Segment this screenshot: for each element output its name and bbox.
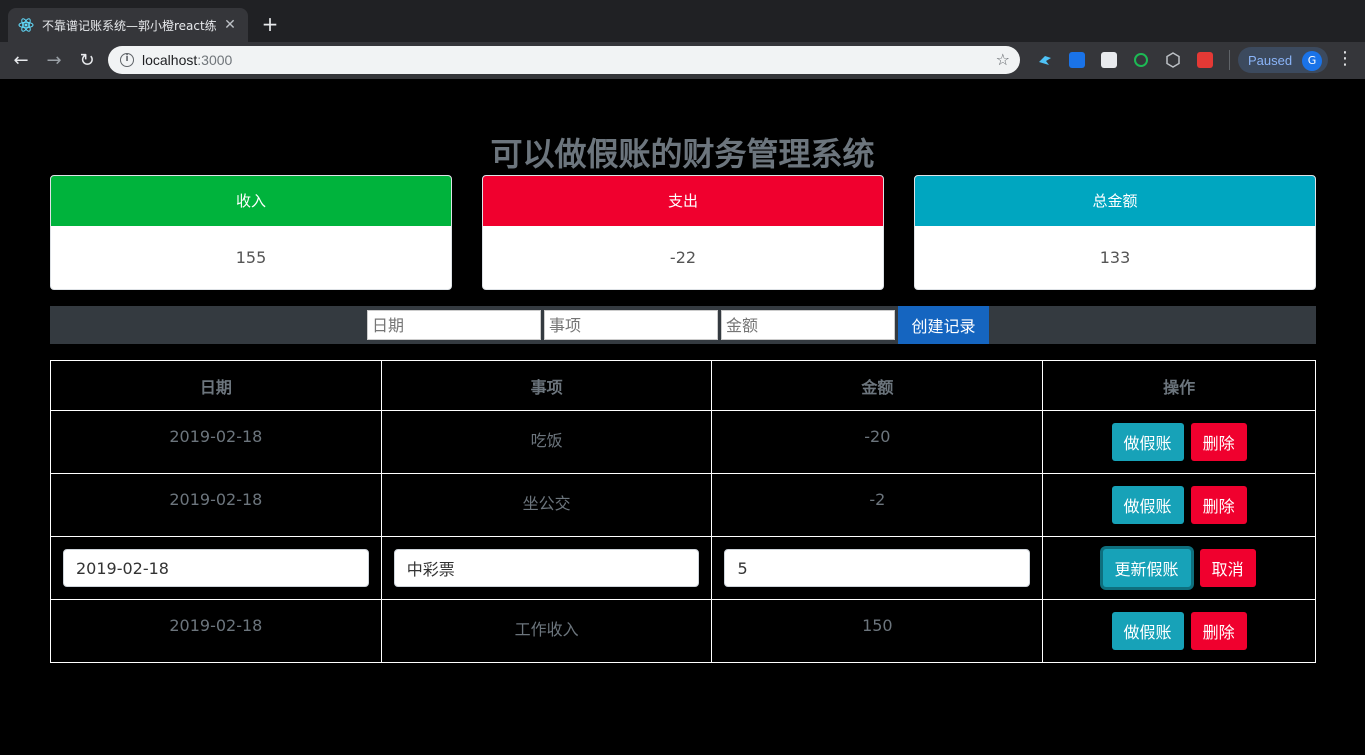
- react-icon: [18, 17, 34, 33]
- profile-status-text: Paused: [1248, 52, 1293, 68]
- mask-extension-icon[interactable]: [1101, 52, 1117, 68]
- row-date: 2019-02-18: [50, 410, 382, 474]
- total-card-header: 总金额: [915, 176, 1315, 226]
- page-title: 可以做假账的财务管理系统: [490, 135, 875, 173]
- sync-extension-icon[interactable]: [1133, 52, 1149, 68]
- row-amount: -2: [711, 473, 1044, 537]
- header-item: 事项: [380, 360, 713, 411]
- header-date: 日期: [50, 360, 382, 411]
- income-card-value: 155: [235, 248, 267, 267]
- delete-button[interactable]: 删除: [1190, 486, 1247, 524]
- cancel-button[interactable]: 取消: [1199, 549, 1256, 587]
- item-input[interactable]: [544, 310, 718, 340]
- edit-item-input[interactable]: [393, 549, 700, 587]
- row-actions: 更新假账 取消: [1042, 536, 1316, 600]
- total-card: 总金额 133: [914, 175, 1316, 290]
- total-card-value: 133: [1099, 248, 1131, 267]
- expense-card-header: 支出: [483, 176, 883, 226]
- fake-edit-button[interactable]: 做假账: [1111, 612, 1184, 650]
- header-amount: 金额: [711, 360, 1044, 411]
- bookmark-star-icon[interactable]: ☆: [996, 50, 1010, 69]
- forward-arrow-icon[interactable]: →: [43, 50, 65, 72]
- row-amount: -20: [711, 410, 1044, 474]
- records-table: 日期 事项 金额 操作 2019-02-18 吃饭 -20 做假账 删除 201…: [50, 360, 1316, 663]
- row-item: 工作收入: [380, 599, 713, 663]
- url-port: :3000: [197, 52, 233, 68]
- edit-amount-input[interactable]: [724, 549, 1031, 587]
- browser-tab[interactable]: 不靠谱记账系统—郭小橙react练 ✕: [8, 8, 248, 42]
- income-card-header: 收入: [51, 176, 451, 226]
- delete-button[interactable]: 删除: [1190, 423, 1247, 461]
- reload-icon[interactable]: ↻: [76, 50, 98, 72]
- create-record-form: 创建记录: [50, 306, 1316, 344]
- table-row: 2019-02-18 工作收入 150 做假账 删除: [50, 599, 1316, 663]
- header-actions: 操作: [1042, 360, 1316, 411]
- row-actions: 做假账 删除: [1042, 599, 1316, 663]
- row-date: 2019-02-18: [50, 473, 382, 537]
- edit-amount-cell: [711, 536, 1044, 600]
- row-amount: 150: [711, 599, 1044, 663]
- edit-item-cell: [380, 536, 713, 600]
- row-date: 2019-02-18: [50, 599, 382, 663]
- income-card: 收入 155: [50, 175, 452, 290]
- fake-edit-button[interactable]: 做假账: [1111, 423, 1184, 461]
- row-actions: 做假账 删除: [1042, 410, 1316, 474]
- date-input[interactable]: [367, 310, 541, 340]
- toolbar-divider: [1229, 50, 1230, 70]
- table-row: 2019-02-18 吃饭 -20 做假账 删除: [50, 410, 1316, 474]
- row-item: 坐公交: [380, 473, 713, 537]
- edit-date-cell: [50, 536, 382, 600]
- table-row: 2019-02-18 坐公交 -2 做假账 删除: [50, 473, 1316, 537]
- avatar[interactable]: G: [1302, 51, 1322, 71]
- create-record-button[interactable]: 创建记录: [898, 306, 989, 344]
- tab-title: 不靠谱记账系统—郭小橙react练: [42, 18, 216, 33]
- amount-input[interactable]: [721, 310, 895, 340]
- info-icon[interactable]: i: [120, 53, 134, 67]
- update-button[interactable]: 更新假账: [1102, 549, 1191, 587]
- fake-edit-button[interactable]: 做假账: [1111, 486, 1184, 524]
- expense-card: 支出 -22: [482, 175, 884, 290]
- row-item: 吃饭: [380, 410, 713, 474]
- page-content: 可以做假账的财务管理系统 收入 155 支出 -22 总金额 133 创建记录 …: [0, 79, 1365, 755]
- close-icon[interactable]: ✕: [222, 17, 238, 33]
- browser-tab-bar: 不靠谱记账系统—郭小橙react练 ✕ +: [0, 0, 1365, 42]
- address-bar[interactable]: i localhost:3000 ☆: [108, 46, 1020, 74]
- url-host: localhost: [142, 52, 198, 68]
- table-header-row: 日期 事项 金额 操作: [50, 360, 1316, 411]
- cube-extension-icon[interactable]: [1165, 52, 1181, 68]
- delete-button[interactable]: 删除: [1190, 612, 1247, 650]
- more-menu-icon[interactable]: ⋮: [1336, 48, 1354, 69]
- table-row-editing: 更新假账 取消: [50, 536, 1316, 600]
- new-tab-icon[interactable]: +: [258, 12, 282, 36]
- edit-date-input[interactable]: [63, 549, 369, 587]
- row-actions: 做假账 删除: [1042, 473, 1316, 537]
- expense-card-value: -22: [669, 248, 697, 267]
- back-arrow-icon[interactable]: ←: [10, 50, 32, 72]
- devtools-extension-icon[interactable]: [1197, 52, 1213, 68]
- bird-extension-icon[interactable]: [1037, 52, 1053, 68]
- edit-extension-icon[interactable]: [1069, 52, 1085, 68]
